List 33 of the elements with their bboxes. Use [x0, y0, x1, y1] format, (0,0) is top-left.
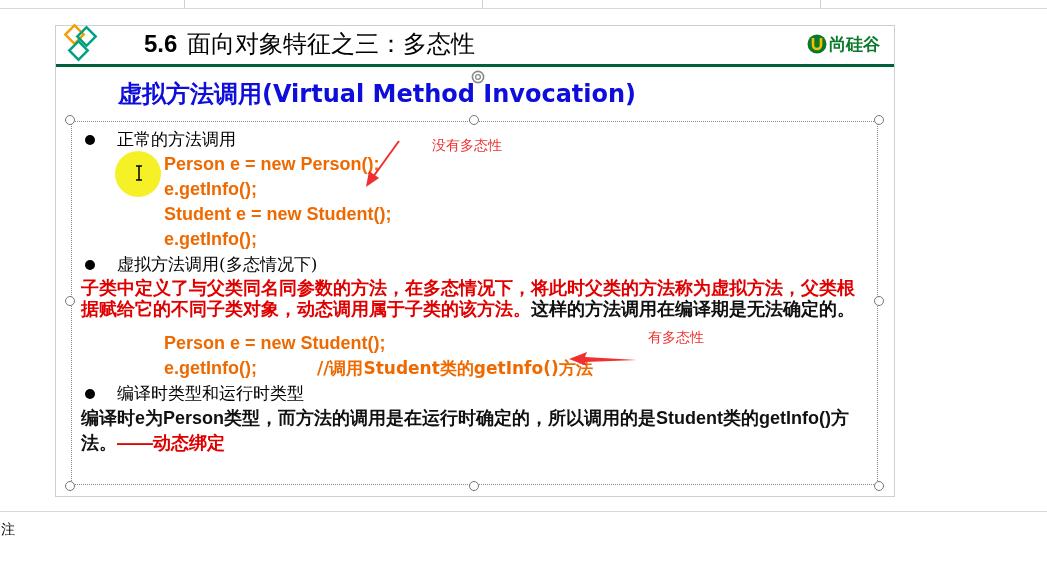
annotation-text: 没有多态性 — [432, 137, 502, 155]
resize-handle — [65, 481, 75, 491]
bullet-icon — [85, 259, 95, 270]
code-line: e.getInfo(); — [164, 358, 257, 379]
rotate-handle-icon[interactable] — [470, 69, 486, 85]
resize-handle — [65, 296, 75, 306]
paragraph: 编译时e为Person类型，而方法的调用是在运行时确定的，所以调用的是Student类的getInfo()方法。——动态绑定 — [81, 407, 851, 455]
code-line: e.getInfo(); — [164, 229, 257, 250]
annotation-text: 有多态性 — [648, 329, 704, 347]
code-line: Student e = new Student(); — [164, 204, 392, 225]
bullet-icon — [85, 134, 95, 145]
resize-handle — [65, 115, 75, 125]
bullet-icon — [85, 388, 95, 399]
text-cursor-icon — [135, 165, 143, 181]
section-number: 5.6 — [144, 30, 178, 58]
slide-title: 面向对象特征之三：多态性 — [187, 29, 476, 60]
code-line: e.getInfo(); — [164, 179, 257, 200]
brand-name: 尚硅谷 — [829, 32, 880, 56]
notes-label: 注 — [1, 521, 15, 537]
resize-handle — [874, 296, 884, 306]
code-line: Person e = new Student(); — [164, 333, 386, 354]
resize-handle — [874, 481, 884, 491]
bullet-text: 编译时类型和运行时类型 — [117, 382, 304, 405]
bullet-text: 正常的方法调用 — [117, 128, 236, 151]
bullet-text: 虚拟方法调用(多态情况下) — [117, 253, 318, 276]
cursor-highlight — [115, 151, 161, 197]
resize-handle — [469, 115, 479, 125]
resize-handle — [874, 115, 884, 125]
code-line: Person e = new Person(); — [164, 154, 380, 175]
slide-subtitle: 虚拟方法调用(Virtual Method Invocation) — [118, 79, 637, 110]
resize-handle — [469, 481, 479, 491]
brand-logo-icon — [807, 34, 827, 54]
paragraph: 子类中定义了与父类同名同参数的方法，在多态情况下，将此时父类的方法称为虚拟方法，父类根据赋给它的不同子类对象，动态调用属于子类的该方法。这样的方法调用在编译期是无法确定的。 — [81, 277, 856, 319]
